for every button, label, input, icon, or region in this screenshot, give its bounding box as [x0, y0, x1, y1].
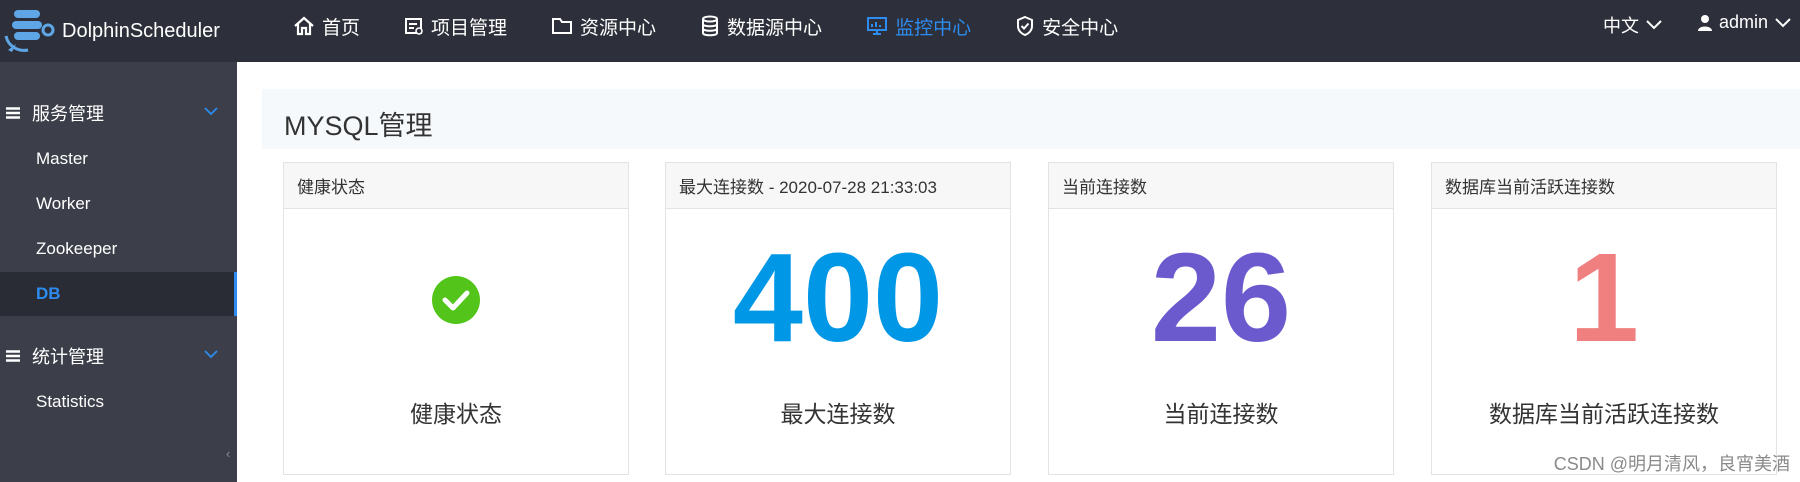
- sidebar: 服务管理 Master Worker Zookeeper DB 统计管理 Sta…: [0, 62, 237, 482]
- sidebar-collapse-toggle[interactable]: ‹: [222, 380, 238, 482]
- app-logo[interactable]: DolphinScheduler: [0, 0, 220, 62]
- sidebar-item-db[interactable]: DB: [0, 272, 237, 316]
- nav-home[interactable]: 首页: [293, 13, 360, 40]
- database-icon: [702, 15, 719, 37]
- nav-datasource-label: 数据源中心: [727, 17, 823, 39]
- sidebar-group-label: 服务管理: [32, 104, 104, 124]
- sidebar-item-label: DB: [36, 284, 61, 303]
- shield-icon: [1017, 15, 1034, 37]
- nav-monitor-label: 监控中心: [895, 17, 972, 39]
- nav-security[interactable]: 安全中心: [1015, 13, 1118, 40]
- nav-projects[interactable]: 项目管理: [404, 13, 507, 40]
- nav-resources[interactable]: 资源中心: [551, 13, 656, 40]
- chevron-left-icon: ‹: [226, 446, 231, 461]
- user-icon: [1698, 14, 1712, 31]
- card-label: 当前连接数: [1163, 401, 1279, 427]
- current-connections-value: 26: [1150, 227, 1292, 368]
- card-label: 数据库当前活跃连接数: [1489, 401, 1719, 427]
- max-connections-value: 400: [732, 227, 944, 368]
- nav-security-label: 安全中心: [1042, 17, 1119, 39]
- health-card: 健康状态 健康状态: [283, 162, 629, 475]
- menu-icon: [6, 107, 20, 119]
- sidebar-item-statistics[interactable]: Statistics: [0, 380, 237, 424]
- main-nav: 首页 项目管理 资源中心 数据源中心 监控中心 安全中心: [293, 0, 1162, 52]
- card-header: 当前连接数: [1049, 163, 1393, 209]
- max-connections-card: 最大连接数 - 2020-07-28 21:33:03 400 最大连接数: [665, 162, 1011, 475]
- top-navbar: DolphinScheduler 首页 项目管理 资源中心 数据源中心 监控中心…: [0, 0, 1800, 62]
- check-circle-icon: [432, 276, 480, 324]
- current-connections-card: 当前连接数 26 当前连接数: [1048, 162, 1394, 475]
- app-name: DolphinScheduler: [62, 19, 220, 42]
- card-header: 最大连接数 - 2020-07-28 21:33:03: [666, 163, 1010, 209]
- user-menu[interactable]: admin: [1697, 12, 1798, 33]
- sidebar-item-worker[interactable]: Worker: [0, 182, 237, 226]
- nav-monitor[interactable]: 监控中心: [866, 13, 971, 40]
- user-name: admin: [1719, 12, 1769, 32]
- watermark: CSDN @明月清风，良宵美酒: [1553, 454, 1790, 474]
- project-icon: [405, 18, 423, 35]
- active-connections-value: 1: [1568, 227, 1640, 368]
- health-status-indicator: [432, 276, 480, 324]
- sidebar-group-statistics[interactable]: 统计管理: [0, 336, 237, 376]
- nav-projects-label: 项目管理: [431, 17, 508, 39]
- nav-datasource[interactable]: 数据源中心: [700, 13, 822, 40]
- active-connections-card: 数据库当前活跃连接数 1 数据库当前活跃连接数: [1431, 162, 1777, 475]
- sidebar-item-label: Zookeeper: [36, 239, 118, 258]
- sidebar-item-label: Worker: [36, 194, 91, 213]
- chevron-down-icon: [1646, 20, 1662, 30]
- card-header: 健康状态: [284, 163, 628, 209]
- home-icon: [294, 16, 314, 36]
- sidebar-item-zookeeper[interactable]: Zookeeper: [0, 227, 237, 271]
- chevron-down-icon: [204, 350, 218, 359]
- dolphin-logo-icon: [4, 10, 55, 52]
- sidebar-item-label: Master: [36, 149, 88, 168]
- card-label: 健康状态: [410, 401, 502, 427]
- language-switcher[interactable]: 中文: [1603, 12, 1663, 38]
- sidebar-item-label: Statistics: [36, 392, 105, 411]
- main-content: MYSQL管理 健康状态 健康状态 最大连接数 - 2020-07-28 21:…: [237, 62, 1800, 482]
- chevron-down-icon: [1775, 17, 1791, 27]
- card-header: 数据库当前活跃连接数: [1432, 163, 1776, 209]
- card-label: 最大连接数: [780, 401, 896, 427]
- sidebar-group-label: 统计管理: [32, 347, 104, 367]
- monitor-icon: [867, 17, 888, 35]
- page-header: MYSQL管理: [262, 89, 1800, 149]
- sidebar-item-master[interactable]: Master: [0, 137, 237, 181]
- sidebar-group-service[interactable]: 服务管理: [0, 93, 237, 133]
- nav-home-label: 首页: [322, 17, 361, 39]
- page-title: MYSQL管理: [284, 111, 433, 141]
- chevron-down-icon: [204, 107, 218, 116]
- menu-icon: [6, 350, 20, 362]
- folder-icon: [552, 18, 573, 34]
- nav-resources-label: 资源中心: [580, 17, 657, 39]
- language-label: 中文: [1603, 16, 1639, 36]
